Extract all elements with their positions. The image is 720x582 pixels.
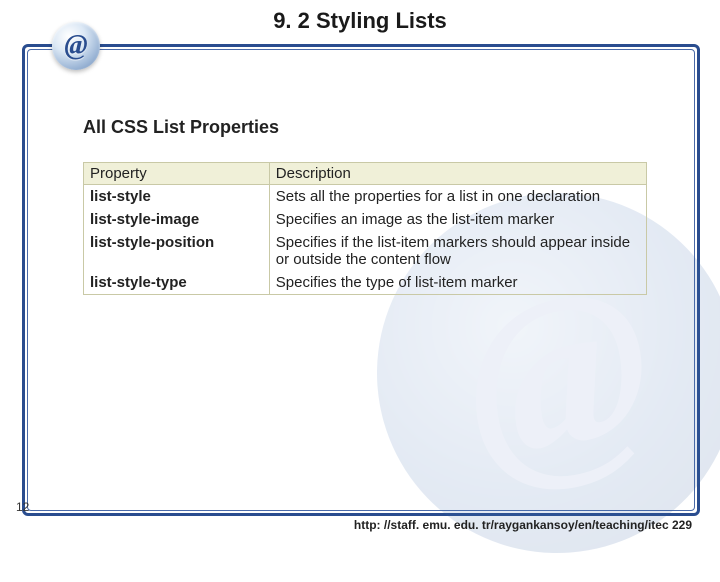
properties-table: Property Description list-style Sets all…	[83, 162, 647, 295]
cell-description: Sets all the properties for a list in on…	[269, 185, 646, 209]
cell-description: Specifies if the list-item markers shoul…	[269, 231, 646, 271]
cell-property: list-style-image	[84, 208, 270, 231]
footer-url: http: //staff. emu. edu. tr/raygankansoy…	[354, 518, 692, 532]
cell-description: Specifies the type of list-item marker	[269, 271, 646, 295]
cell-property: list-style-position	[84, 231, 270, 271]
cell-property: list-style-type	[84, 271, 270, 295]
table-header-row: Property Description	[84, 163, 647, 185]
content-area: All CSS List Properties Property Descrip…	[83, 117, 647, 295]
table-row: list-style-image Specifies an image as t…	[84, 208, 647, 231]
cell-property: list-style	[84, 185, 270, 209]
slide: 9. 2 Styling Lists @ @ All CSS List Prop…	[0, 0, 720, 540]
section-heading: All CSS List Properties	[83, 117, 647, 138]
page-number: 12	[16, 500, 29, 514]
slide-frame: @ All CSS List Properties Property Descr…	[22, 44, 700, 516]
slide-title: 9. 2 Styling Lists	[0, 8, 720, 34]
table-row: list-style-type Specifies the type of li…	[84, 271, 647, 295]
at-logo-glyph: @	[64, 30, 87, 62]
at-logo-icon: @	[52, 22, 100, 70]
header-description: Description	[269, 163, 646, 185]
table-row: list-style-position Specifies if the lis…	[84, 231, 647, 271]
table-row: list-style Sets all the properties for a…	[84, 185, 647, 209]
header-property: Property	[84, 163, 270, 185]
cell-description: Specifies an image as the list-item mark…	[269, 208, 646, 231]
